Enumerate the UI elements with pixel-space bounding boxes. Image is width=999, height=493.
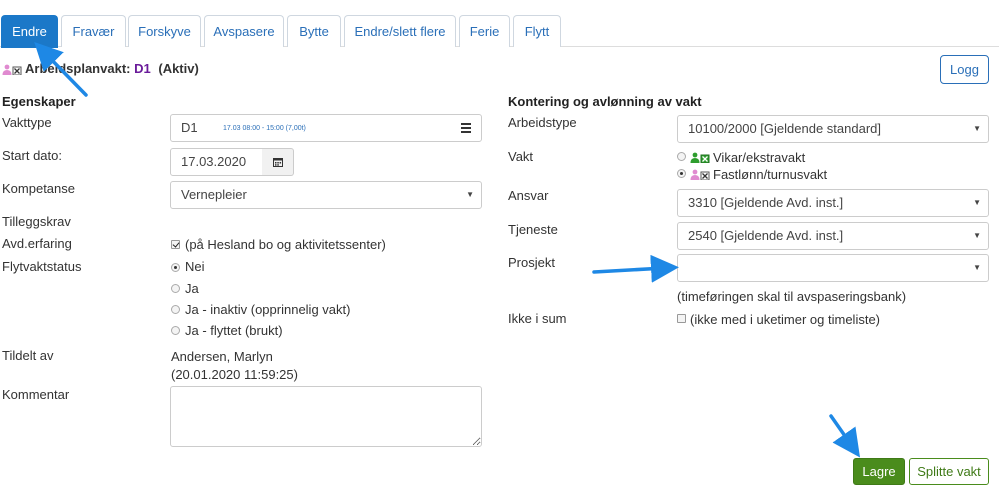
vakt-label: Vakt bbox=[508, 149, 534, 164]
vakttype-label: Vakttype bbox=[2, 115, 52, 130]
ansvar-value: 3310 [Gjeldende Avd. inst.] bbox=[688, 195, 844, 210]
arrow-to-lagre bbox=[829, 414, 861, 458]
startdato-label: Start dato: bbox=[2, 148, 62, 163]
vakttype-value: D1 bbox=[181, 120, 198, 135]
flyt-option-ja-flyttet: Ja - flyttet (brukt) bbox=[185, 323, 283, 338]
tjeneste-label: Tjeneste bbox=[508, 222, 558, 237]
kommentar-textarea[interactable] bbox=[170, 386, 482, 447]
shift-status: (Aktiv) bbox=[158, 61, 199, 76]
flyt-option-nei: Nei bbox=[185, 259, 205, 274]
tjeneste-value: 2540 [Gjeldende Avd. inst.] bbox=[688, 228, 844, 243]
tildelt-av-date: (20.01.2020 11:59:25) bbox=[171, 367, 298, 382]
menu-icon bbox=[461, 123, 471, 133]
arbeidstype-label: Arbeidstype bbox=[508, 115, 577, 130]
tab-fravaer[interactable]: Fravær bbox=[61, 15, 126, 47]
flyt-radio-nei[interactable] bbox=[171, 263, 180, 272]
avd-erfaring-checkbox[interactable] bbox=[171, 240, 180, 249]
prosjekt-label: Prosjekt bbox=[508, 255, 555, 270]
avd-erfaring-text: (på Hesland bo og aktivitetssenter) bbox=[185, 237, 386, 252]
vakttype-time: 17.03 08:00 - 15:00 (7,00t) bbox=[223, 125, 306, 132]
lagre-button[interactable]: Lagre bbox=[853, 458, 905, 485]
caret-down-icon: ▼ bbox=[973, 231, 981, 240]
egenskaper-heading: Egenskaper bbox=[2, 94, 76, 109]
caret-down-icon: ▼ bbox=[466, 190, 474, 199]
ikke-i-sum-text: (ikke med i uketimer og timeliste) bbox=[690, 312, 880, 327]
tjeneste-select[interactable]: 2540 [Gjeldende Avd. inst.] ▼ bbox=[677, 222, 989, 250]
kontering-heading: Kontering og avlønning av vakt bbox=[508, 94, 702, 109]
avd-erfaring-label: Avd.erfaring bbox=[2, 236, 72, 251]
prosjekt-note: (timeføringen skal til avspaseringsbank) bbox=[677, 289, 907, 304]
shift-title-prefix: Arbeidsplanvakt: bbox=[25, 61, 131, 76]
kompetanse-label: Kompetanse bbox=[2, 181, 75, 196]
kompetanse-value: Vernepleier bbox=[181, 187, 247, 202]
kommentar-label: Kommentar bbox=[2, 387, 70, 402]
tab-avspasere[interactable]: Avspasere bbox=[204, 15, 284, 47]
ansvar-select[interactable]: 3310 [Gjeldende Avd. inst.] ▼ bbox=[677, 189, 989, 217]
shift-header: Arbeidsplanvakt: D1 (Aktiv) bbox=[25, 61, 199, 76]
flytvaktstatus-label: Flytvaktstatus bbox=[2, 259, 82, 274]
prosjekt-select[interactable]: ▼ bbox=[677, 254, 989, 282]
vakttype-select[interactable]: D1 17.03 08:00 - 15:00 (7,00t) bbox=[170, 114, 482, 142]
splitte-vakt-button[interactable]: Splitte vakt bbox=[909, 458, 989, 485]
flyt-radio-ja[interactable] bbox=[171, 284, 180, 293]
calendar-icon bbox=[273, 158, 283, 167]
kompetanse-select[interactable]: Vernepleier ▼ bbox=[170, 181, 482, 209]
tab-bar: Endre Fravær Forskyve Avspasere Bytte En… bbox=[0, 15, 999, 48]
calendar-button[interactable] bbox=[262, 148, 294, 176]
caret-down-icon: ▼ bbox=[973, 263, 981, 272]
flyt-radio-ja-inaktiv[interactable] bbox=[171, 305, 180, 314]
tab-forskyve[interactable]: Forskyve bbox=[128, 15, 201, 47]
tab-ferie[interactable]: Ferie bbox=[459, 15, 510, 47]
tab-flytt[interactable]: Flytt bbox=[513, 15, 561, 47]
tilleggskrav-label: Tilleggskrav bbox=[2, 214, 71, 229]
tildelt-av-name: Andersen, Marlyn bbox=[171, 349, 273, 364]
flyt-option-ja: Ja bbox=[185, 281, 199, 296]
arbeidstype-value: 10100/2000 [Gjeldende standard] bbox=[688, 121, 881, 136]
startdato-input[interactable]: 17.03.2020 bbox=[170, 148, 263, 176]
caret-down-icon: ▼ bbox=[973, 124, 981, 133]
vakt-radio-fastlonn[interactable] bbox=[677, 169, 686, 178]
ikke-i-sum-label: Ikke i sum bbox=[508, 311, 567, 326]
person-x-green-icon bbox=[690, 152, 710, 163]
person-x-pink-icon bbox=[690, 169, 710, 180]
ikke-i-sum-checkbox[interactable] bbox=[677, 314, 686, 323]
vakt-radio-vikar[interactable] bbox=[677, 152, 686, 161]
caret-down-icon: ▼ bbox=[973, 198, 981, 207]
vakt-option-vikar: Vikar/ekstravakt bbox=[713, 150, 806, 165]
tab-endre[interactable]: Endre bbox=[1, 15, 58, 48]
shift-code: D1 bbox=[134, 61, 151, 76]
arbeidstype-select[interactable]: 10100/2000 [Gjeldende standard] ▼ bbox=[677, 115, 989, 143]
person-x-icon bbox=[2, 64, 22, 75]
logg-button[interactable]: Logg bbox=[940, 55, 989, 84]
tildelt-av-label: Tildelt av bbox=[2, 348, 54, 363]
startdato-value: 17.03.2020 bbox=[181, 154, 247, 169]
arrow-to-prosjekt bbox=[592, 254, 679, 283]
ansvar-label: Ansvar bbox=[508, 188, 549, 203]
tab-bytte[interactable]: Bytte bbox=[287, 15, 341, 47]
tab-endre-slett-flere[interactable]: Endre/slett flere bbox=[344, 15, 456, 47]
vakt-option-fastlonn: Fastlønn/turnusvakt bbox=[713, 167, 828, 182]
flyt-option-ja-inaktiv: Ja - inaktiv (opprinnelig vakt) bbox=[185, 302, 351, 317]
flyt-radio-ja-flyttet[interactable] bbox=[171, 326, 180, 335]
